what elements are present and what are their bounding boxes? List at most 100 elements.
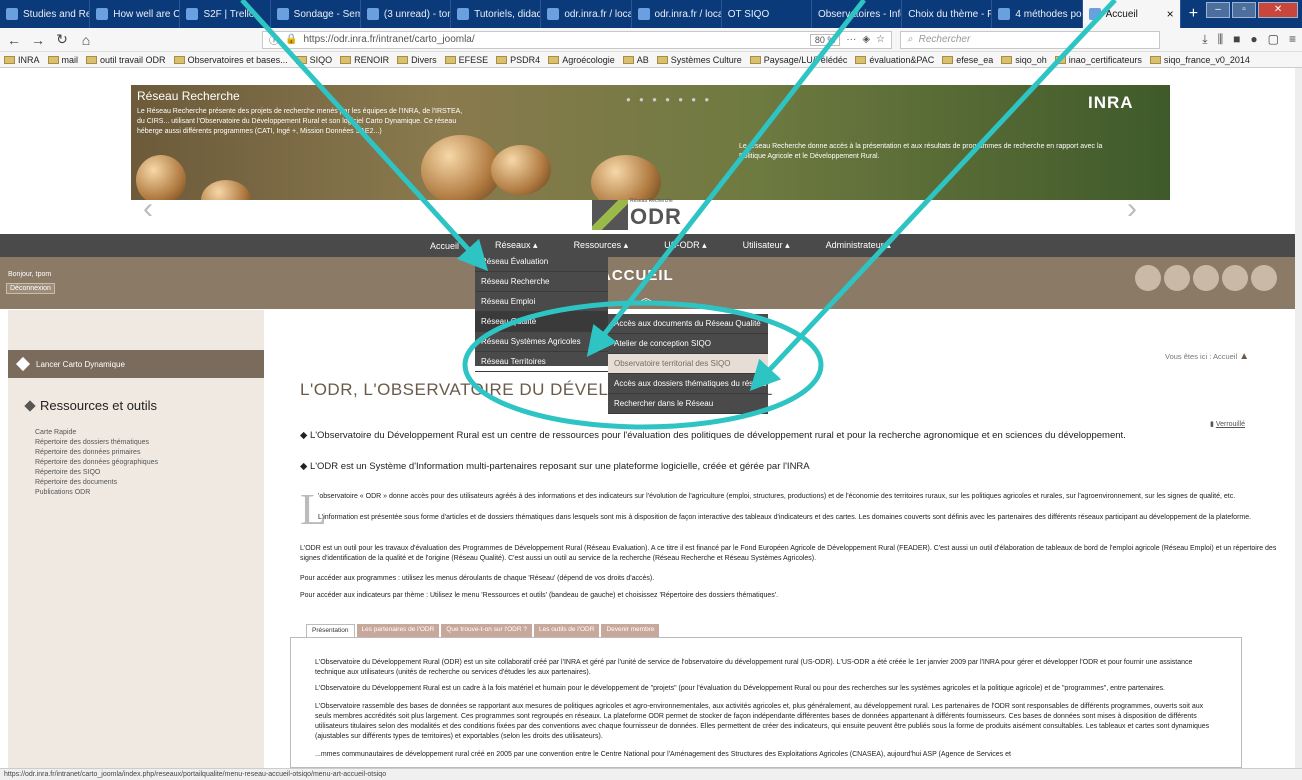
folder-icon: [295, 55, 307, 64]
more-icon[interactable]: ···: [846, 34, 856, 45]
bookmark-item[interactable]: évaluation&PAC: [855, 55, 934, 65]
previous-slide-icon[interactable]: ‹: [143, 192, 153, 226]
close-tab-icon[interactable]: ×: [1167, 7, 1174, 21]
bookmark-item[interactable]: EFESE: [444, 55, 488, 65]
zoom-level[interactable]: 80 %: [809, 33, 841, 46]
bookmark-star-icon[interactable]: ☆: [876, 34, 885, 45]
menu-item-reseau-emploi[interactable]: Réseau Emploi: [475, 292, 608, 312]
bookmark-item[interactable]: mail: [47, 55, 78, 65]
tab-presentation[interactable]: Présentation: [306, 624, 355, 637]
bookmark-item[interactable]: Paysage/LU/Télédéc: [749, 55, 847, 65]
sidebar-link[interactable]: Répertoire des dossiers thématiques: [35, 438, 158, 448]
home-icon[interactable]: ▲: [1239, 351, 1249, 362]
bookmark-item[interactable]: outil travail ODR: [86, 55, 166, 65]
page-scrollbar[interactable]: [1295, 68, 1302, 768]
folder-icon: [47, 55, 59, 64]
back-icon[interactable]: ←: [6, 32, 22, 48]
chart-icon[interactable]: [1164, 265, 1190, 291]
bookmark-item[interactable]: SIQO: [295, 55, 332, 65]
bookmark-item[interactable]: AB: [622, 55, 649, 65]
submenu-item-atelier-siqo[interactable]: Atelier de conception SIQO: [608, 334, 768, 354]
tab-partenaires[interactable]: Les partenaires de l'ODR: [356, 624, 440, 637]
cube-icon[interactable]: [1135, 265, 1161, 291]
sidebar-link[interactable]: Publications ODR: [35, 488, 158, 498]
minimize-icon[interactable]: –: [1206, 2, 1231, 18]
url-bar[interactable]: ⓘ 🔒 https://odr.inra.fr/intranet/carto_j…: [262, 30, 892, 49]
bookmark-item[interactable]: Observatoires et bases...: [173, 55, 288, 65]
search-input[interactable]: ⌕ Rechercher: [900, 30, 1160, 49]
menu-item-reseau-recherche[interactable]: Réseau Recherche: [475, 272, 608, 292]
close-window-icon[interactable]: ✕: [1258, 2, 1299, 18]
sidebar-icon[interactable]: ▢: [1268, 32, 1279, 47]
menu-item-reseau-systemes-agricoles[interactable]: Réseau Systèmes Agricoles: [475, 332, 608, 352]
tab-que-trouve-t-on[interactable]: Que trouve-t-on sur l'ODR ?: [441, 624, 532, 637]
download-icon[interactable]: ⤓: [1202, 32, 1207, 47]
menu-icon[interactable]: ≡: [1289, 32, 1296, 47]
home-icon[interactable]: ⌂: [78, 32, 94, 48]
menu-administrateur[interactable]: Administrateur ▴: [808, 240, 909, 251]
adblock-icon[interactable]: ●: [1250, 32, 1257, 47]
sidebar-link[interactable]: Répertoire des données géographiques: [35, 458, 158, 468]
browser-tab[interactable]: (3 unread) - tom: [361, 0, 452, 28]
bookmark-item[interactable]: inao_certificateurs: [1054, 55, 1142, 65]
info-icon[interactable]: ⓘ: [269, 32, 279, 47]
browser-tab[interactable]: Sondage - Semis: [271, 0, 361, 28]
lock-label[interactable]: Verrouillé: [1216, 421, 1245, 428]
browser-tab[interactable]: OT SIQO: [722, 0, 812, 28]
slideshow-dots[interactable]: ● ● ● ● ● ● ●: [626, 95, 712, 104]
sidebar-link[interactable]: Répertoire des SIQO: [35, 468, 158, 478]
browser-tab[interactable]: S2F | Trello: [180, 0, 271, 28]
bookmark-item[interactable]: INRA: [4, 55, 40, 65]
submenu-item-observatoire-siqo[interactable]: Observatoire territorial des SIQO: [608, 354, 768, 374]
browser-tab[interactable]: odr.inra.fr / locali: [541, 0, 632, 28]
browser-tab[interactable]: odr.inra.fr / locali: [632, 0, 722, 28]
menu-accueil[interactable]: Accueil: [412, 241, 477, 251]
menu-ressources[interactable]: Ressources ▴: [556, 240, 647, 251]
browser-tab[interactable]: Tutoriels, didacti: [451, 0, 542, 28]
bookmark-item[interactable]: siqo_oh: [1001, 55, 1047, 65]
logout-button[interactable]: Déconnexion: [6, 283, 55, 294]
next-slide-icon[interactable]: ›: [1127, 192, 1137, 226]
tab-outils[interactable]: Les outils de l'ODR: [534, 624, 600, 637]
library-icon[interactable]: ⫼: [1218, 32, 1224, 47]
folder-icon: [942, 55, 954, 64]
submenu-item-rechercher[interactable]: Rechercher dans le Réseau: [608, 394, 768, 414]
pocket-icon[interactable]: ◈: [862, 34, 870, 45]
submenu-item-dossiers-thematiques[interactable]: Accès aux dossiers thématiques du réseau: [608, 374, 768, 394]
browser-tab-active[interactable]: Accueil ×: [1082, 0, 1181, 28]
menu-item-reseau-qualite[interactable]: Réseau Qualité: [475, 312, 608, 332]
menu-item-reseau-territoires[interactable]: Réseau Territoires: [475, 352, 608, 372]
bookmark-item[interactable]: siqo_france_v0_2014: [1149, 55, 1250, 65]
leaf-icon[interactable]: [1251, 265, 1277, 291]
sidebar-link[interactable]: Répertoire des documents: [35, 478, 158, 488]
bookmark-item[interactable]: PSDR4: [496, 55, 540, 65]
browser-tab[interactable]: Choix du thème - For: [902, 0, 993, 28]
menu-utilisateur[interactable]: Utilisateur ▴: [725, 240, 808, 251]
bookmark-item[interactable]: Agroécologie: [548, 55, 615, 65]
bookmark-item[interactable]: Divers: [397, 55, 437, 65]
menu-reseaux[interactable]: Réseaux ▴: [477, 240, 556, 251]
bars-icon[interactable]: [1222, 265, 1248, 291]
forward-icon[interactable]: →: [30, 32, 46, 48]
bookmark-item[interactable]: efese_ea: [942, 55, 993, 65]
menu-us-odr[interactable]: US-ODR ▴: [646, 240, 725, 251]
network-icon[interactable]: [1193, 265, 1219, 291]
submenu-item-acces-documents[interactable]: Accès aux documents du Réseau Qualité: [608, 314, 768, 334]
browser-tab[interactable]: 4 méthodes pour: [992, 0, 1083, 28]
maximize-icon[interactable]: ▫: [1232, 2, 1257, 18]
odr-logo[interactable]: Réseau Recherche ODR: [592, 190, 682, 230]
bookmark-item[interactable]: RENOIR: [340, 55, 389, 65]
bookmark-item[interactable]: Systèmes Culture: [656, 55, 742, 65]
sidebar-link[interactable]: Carte Rapide: [35, 428, 158, 438]
browser-tab[interactable]: Observatoires - Inform: [812, 0, 903, 28]
launch-carto-button[interactable]: Lancer Carto Dynamique: [8, 350, 264, 378]
browser-tab[interactable]: Studies and Repo: [0, 0, 91, 28]
browser-tab[interactable]: How well are CAI: [90, 0, 181, 28]
sidebar-link[interactable]: Répertoire des données primaires: [35, 448, 158, 458]
new-tab-button[interactable]: +: [1181, 0, 1206, 28]
reload-icon[interactable]: ↻: [54, 31, 70, 48]
tab-devenir-membre[interactable]: Devenir membre: [601, 624, 660, 637]
status-url: https://odr.inra.fr/intranet/carto_jooml…: [0, 768, 1302, 780]
menu-item-reseau-evaluation[interactable]: Réseau Évaluation: [475, 252, 608, 272]
extension-icon[interactable]: ■: [1233, 32, 1240, 47]
